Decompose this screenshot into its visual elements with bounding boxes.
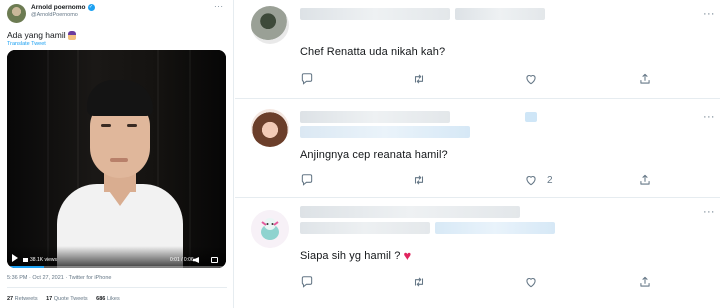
reply-actions [300, 71, 660, 87]
translate-tweet-link[interactable]: Translate Tweet [7, 41, 46, 47]
reply-text: Chef Renatta uda nikah kah? [300, 46, 446, 58]
reply-avatar[interactable] [251, 210, 289, 248]
like-button[interactable] [524, 71, 547, 87]
retweet-icon [414, 175, 424, 185]
person-eye [127, 124, 137, 127]
reply-actions: 2 [300, 172, 660, 188]
curtain-stripe [47, 50, 49, 268]
author-name-text[interactable]: Arnold poernomo [31, 4, 86, 11]
share-icon [640, 73, 650, 84]
retweets-stat[interactable]: 27 Retweets [7, 296, 38, 302]
likes-count: 686 [96, 296, 106, 302]
author-name[interactable]: Arnold poernomo ✓ [31, 4, 95, 11]
share-icon [640, 276, 650, 287]
reply-text: Anjingnya cep reanata hamil? [300, 149, 448, 161]
reply-item[interactable]: ··· Anjingnya cep reanata hamil? 2 [235, 99, 720, 198]
comment-icon [301, 174, 313, 186]
blurred-replying-to [300, 126, 470, 138]
reply-avatar[interactable] [251, 109, 289, 147]
video-person [57, 80, 183, 268]
video-player[interactable]: 38.1K views 0:01 / 0:06 [7, 50, 226, 268]
blurred-username [300, 8, 450, 20]
retweets-count: 27 [7, 296, 14, 302]
comment-icon [301, 276, 313, 288]
person-hair [87, 80, 153, 116]
heart-icon [526, 278, 536, 288]
tweet-text: Ada yang hamil [7, 30, 76, 41]
video-progress-bar[interactable] [7, 266, 226, 268]
quote-tweets-count: 17 [46, 296, 53, 302]
quote-tweets-label: Quote Tweets [53, 296, 88, 302]
blurred-replying-to [435, 222, 555, 234]
share-icon [640, 174, 650, 185]
heart-icon [526, 75, 536, 85]
share-button[interactable] [638, 71, 652, 87]
reply-button[interactable] [300, 71, 314, 87]
retweets-label: Retweets [14, 296, 38, 302]
likes-label: Likes [106, 296, 120, 302]
view-count-text: 38.1K views [30, 257, 57, 263]
like-button[interactable]: 2 [524, 172, 553, 188]
retweet-icon [414, 74, 424, 84]
views-icon [23, 257, 28, 262]
reply-button[interactable] [300, 274, 314, 290]
tweet-timestamp[interactable]: 5:36 PM · Oct 27, 2021 · Twitter for iPh… [7, 275, 111, 281]
curtain-stripe [189, 50, 191, 268]
blurred-handle [455, 8, 545, 20]
tweet-card: Arnold poernomo ✓ @ArnoldPoernomo ··· Ada… [0, 0, 234, 308]
like-count: 2 [547, 174, 553, 186]
like-button[interactable] [524, 274, 547, 290]
retweet-icon [414, 277, 424, 287]
reply-button[interactable] [300, 172, 314, 188]
video-duration: 0:01 / 0:06 [170, 257, 194, 263]
heart-icon [526, 176, 536, 186]
tweet-stats: 27 Retweets 17 Quote Tweets 686 Likes [7, 296, 127, 302]
pregnant-woman-emoji-icon [67, 31, 76, 41]
quote-tweets-stat[interactable]: 17 Quote Tweets [46, 296, 88, 302]
reply-avatar[interactable] [251, 6, 289, 44]
blurred-username [300, 111, 450, 123]
reply-text-content: Siapa sih yg hamil ? [300, 250, 401, 262]
replies-panel: ··· Chef Renatta uda nikah kah? ··· Anji… [235, 0, 720, 308]
comment-icon [301, 73, 313, 85]
person-eye [101, 124, 111, 127]
share-button[interactable] [638, 172, 652, 188]
author-handle[interactable]: @ArnoldPoernomo [31, 12, 78, 18]
retweet-button[interactable] [412, 274, 426, 290]
share-button[interactable] [638, 274, 652, 290]
video-controls: 38.1K views 0:01 / 0:06 [7, 246, 226, 268]
author-avatar[interactable] [7, 4, 26, 23]
retweet-button[interactable] [412, 71, 426, 87]
retweet-button[interactable] [412, 172, 426, 188]
cartoon-avatar-icon [251, 210, 289, 248]
reply-item[interactable]: ··· Chef Renatta uda nikah kah? [235, 0, 720, 99]
reply-text: Siapa sih yg hamil ? ♥ [300, 248, 411, 263]
view-count: 38.1K views [23, 257, 57, 263]
more-options-icon[interactable]: ··· [703, 206, 715, 218]
more-options-icon[interactable]: ··· [703, 111, 715, 123]
person-mouth [110, 158, 128, 162]
blurred-username [300, 206, 520, 218]
blurred-handle [525, 112, 537, 122]
likes-stat[interactable]: 686 Likes [96, 296, 120, 302]
play-icon[interactable] [12, 254, 18, 262]
reply-item[interactable]: ··· Siapa sih yg hamil ? ♥ [235, 198, 720, 308]
red-heart-emoji-icon: ♥ [403, 248, 412, 263]
verified-icon: ✓ [87, 4, 95, 11]
more-options-icon[interactable]: ··· [703, 8, 715, 20]
reply-actions [300, 274, 660, 290]
fullscreen-icon[interactable] [211, 257, 218, 263]
more-options-icon[interactable]: ··· [214, 2, 224, 11]
blurred-handle [300, 222, 430, 234]
divider [7, 287, 227, 288]
tweet-text-content: Ada yang hamil [7, 30, 66, 40]
video-progress-fill [7, 266, 45, 268]
